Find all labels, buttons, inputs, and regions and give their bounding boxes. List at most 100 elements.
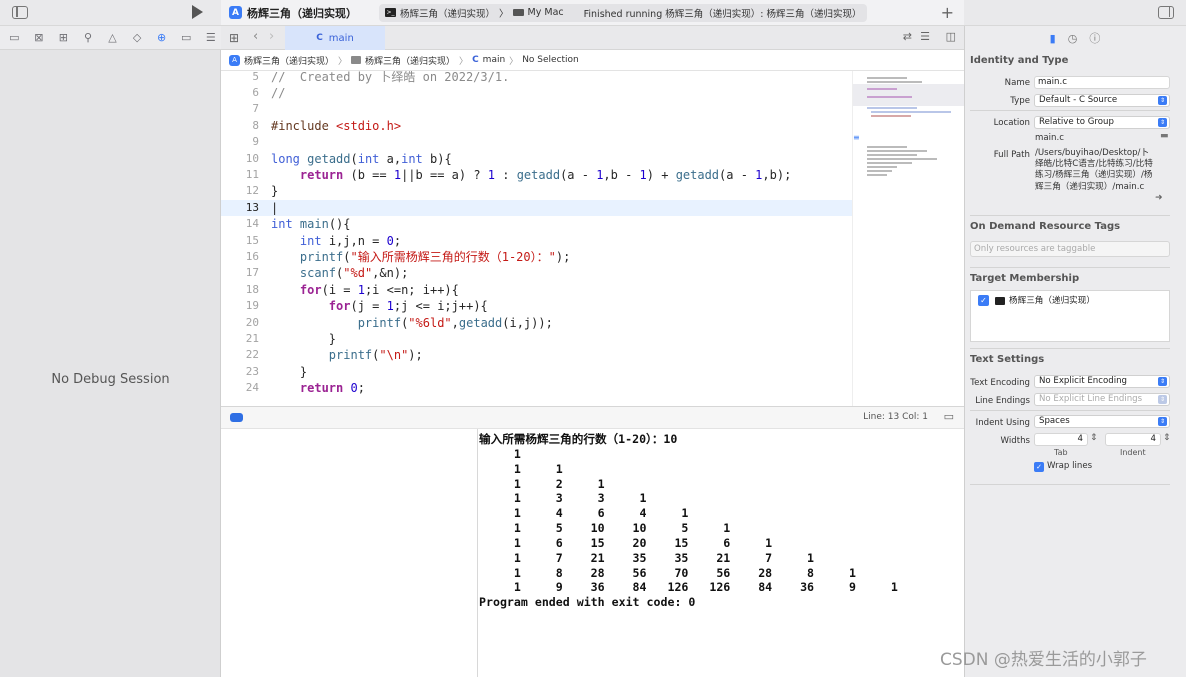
wrap-lines-checkbox[interactable]: ✓: [1034, 462, 1044, 472]
console-toggle-icon[interactable]: [230, 413, 243, 422]
editor-options-icon[interactable]: ☰: [920, 30, 930, 43]
help-icon[interactable]: ⓘ: [1089, 30, 1100, 46]
code-line[interactable]: 19 for(j = 1;j <= i;j++){: [221, 298, 852, 314]
hide-console-icon[interactable]: ▭: [944, 410, 954, 423]
code-line[interactable]: 12}: [221, 183, 852, 199]
odr-heading: On Demand Resource Tags: [970, 221, 1121, 232]
code-text[interactable]: |: [271, 200, 278, 216]
line-endings-value: No Explicit Line Endings: [1039, 394, 1143, 404]
code-line[interactable]: 24 return 0;: [221, 380, 852, 396]
code-line[interactable]: 5 // Created by 卜绎皓 on 2022/3/1.: [221, 71, 852, 85]
type-value: Default - C Source: [1039, 95, 1118, 105]
file-inspector-icon[interactable]: ▮: [1050, 32, 1056, 45]
terminal-icon: [995, 297, 1005, 305]
odr-tags-field[interactable]: Only resources are taggable: [970, 241, 1170, 257]
breadcrumb-project[interactable]: 杨辉三角（递归实现）: [244, 54, 334, 67]
encoding-select[interactable]: No Explicit Encoding ⇕: [1034, 375, 1170, 388]
widths-label: Widths: [1000, 436, 1030, 446]
code-line[interactable]: 16 printf("输入所需杨辉三角的行数（1-20）：");: [221, 249, 852, 265]
divider: [970, 110, 1170, 111]
related-items-icon[interactable]: ⇄: [903, 30, 912, 43]
forward-icon[interactable]: ›: [269, 29, 274, 44]
code-text[interactable]: printf("\n");: [271, 347, 423, 363]
grid-icon[interactable]: ⊞: [229, 31, 239, 45]
indent-width-stepper-icon[interactable]: ⇕: [1163, 433, 1171, 443]
code-text[interactable]: //: [271, 85, 285, 101]
reveal-arrow-icon[interactable]: ➜: [1155, 193, 1163, 203]
code-text[interactable]: return (b == 1||b == a) ? 1 : getadd(a -…: [271, 167, 791, 183]
code-text[interactable]: printf("输入所需杨辉三角的行数（1-20）：");: [271, 249, 570, 265]
code-text[interactable]: for(i = 1;i <=n; i++){: [271, 282, 459, 298]
folder-icon[interactable]: ▭: [4, 30, 25, 46]
no-debug-session-label: No Debug Session: [51, 372, 170, 387]
console-output[interactable]: 输入所需杨辉三角的行数（1-20）：10 1 1 1 1 2 1 1 3 3 1…: [479, 432, 898, 610]
code-line[interactable]: 7: [221, 101, 852, 117]
code-line[interactable]: 8 #include <stdio.h>: [221, 118, 852, 134]
type-select[interactable]: Default - C Source ⇕: [1034, 94, 1170, 107]
history-icon[interactable]: ◷: [1068, 32, 1078, 45]
sidebar-toggle-icon[interactable]: [12, 6, 28, 19]
test-icon[interactable]: ◇: [127, 30, 148, 46]
code-line[interactable]: 6 //: [221, 85, 852, 101]
code-line[interactable]: 14 int main(){: [221, 216, 852, 232]
split-editor-icon[interactable]: ◫: [946, 30, 956, 43]
scheme-target[interactable]: 杨辉三角（递归实现）: [400, 6, 495, 20]
code-text[interactable]: for(j = 1;j <= i;j++){: [271, 298, 488, 314]
code-text[interactable]: // Created by 卜绎皓 on 2022/3/1.: [271, 71, 509, 85]
breadcrumb-file[interactable]: main: [483, 55, 506, 65]
report-icon[interactable]: ☰: [201, 30, 222, 46]
tab-main-label[interactable]: main: [329, 33, 354, 44]
scheme-selector[interactable]: >_ 杨辉三角（递归实现） 〉 My Mac Finished running …: [379, 3, 868, 22]
tab-main[interactable]: C main: [285, 26, 385, 50]
code-line[interactable]: 22 printf("\n");: [221, 347, 852, 363]
code-line[interactable]: 18 for(i = 1;i <=n; i++){: [221, 282, 852, 298]
breadcrumb-group[interactable]: 杨辉三角（递归实现）: [365, 54, 455, 67]
breakpoint-icon[interactable]: ▭: [176, 30, 197, 46]
chevron-updown-icon: ⇕: [1158, 118, 1167, 127]
code-text[interactable]: }: [271, 183, 278, 199]
code-text[interactable]: printf("%6ld",getadd(i,j));: [271, 315, 553, 331]
code-line[interactable]: 21 }: [221, 331, 852, 347]
indent-width-field[interactable]: 4: [1105, 433, 1161, 446]
source-control-icon[interactable]: ⊠: [29, 30, 50, 46]
code-line[interactable]: 20 printf("%6ld",getadd(i,j));: [221, 315, 852, 331]
issue-icon[interactable]: △: [102, 30, 123, 46]
minimap[interactable]: ≡: [852, 71, 964, 406]
inspector-titlebar: [964, 0, 1186, 26]
code-text[interactable]: #include <stdio.h>: [271, 118, 401, 134]
code-text[interactable]: }: [271, 364, 307, 380]
line-endings-select[interactable]: No Explicit Line Endings ⇕: [1034, 393, 1170, 406]
name-field[interactable]: main.c: [1034, 76, 1170, 89]
code-text[interactable]: int i,j,n = 0;: [271, 233, 401, 249]
code-line[interactable]: 17 scanf("%d",&n);: [221, 265, 852, 281]
run-icon[interactable]: [192, 5, 203, 19]
breadcrumb-selection[interactable]: No Selection: [522, 55, 579, 65]
code-text[interactable]: scanf("%d",&n);: [271, 265, 408, 281]
navigator-selector: ▭ ⊠ ⊞ ⚲ △ ◇ ⊕ ▭ ☰: [0, 26, 221, 50]
tab-width-field[interactable]: 4: [1034, 433, 1088, 446]
search-icon[interactable]: ⚲: [78, 30, 99, 46]
code-line[interactable]: 11 return (b == 1||b == a) ? 1 : getadd(…: [221, 167, 852, 183]
code-text[interactable]: }: [271, 331, 336, 347]
code-text[interactable]: long getadd(int a,int b){: [271, 151, 452, 167]
code-line[interactable]: 15 int i,j,n = 0;: [221, 233, 852, 249]
code-text[interactable]: return 0;: [271, 380, 365, 396]
code-line[interactable]: 9: [221, 134, 852, 150]
code-line[interactable]: 23 }: [221, 364, 852, 380]
symbol-icon[interactable]: ⊞: [53, 30, 74, 46]
back-icon[interactable]: ‹: [253, 29, 258, 44]
code-line[interactable]: 10 long getadd(int a,int b){: [221, 151, 852, 167]
add-icon[interactable]: +: [941, 3, 954, 22]
code-editor[interactable]: 5 // Created by 卜绎皓 on 2022/3/1. 6 // 7 8 #inc…: [221, 71, 852, 406]
device-name[interactable]: My Mac: [528, 7, 564, 18]
code-line[interactable]: 13 |: [221, 199, 852, 217]
folder-icon[interactable]: ▬: [1160, 131, 1169, 141]
location-select[interactable]: Relative to Group ⇕: [1034, 116, 1170, 129]
tab-width-stepper-icon[interactable]: ⇕: [1090, 433, 1098, 443]
code-text[interactable]: int main(){: [271, 216, 351, 232]
inspector-toggle-icon[interactable]: [1158, 6, 1174, 19]
target-checkbox[interactable]: ✓: [978, 295, 989, 306]
console-divider[interactable]: [477, 429, 478, 677]
indent-using-select[interactable]: Spaces ⇕: [1034, 415, 1170, 428]
debug-icon[interactable]: ⊕: [151, 30, 172, 46]
